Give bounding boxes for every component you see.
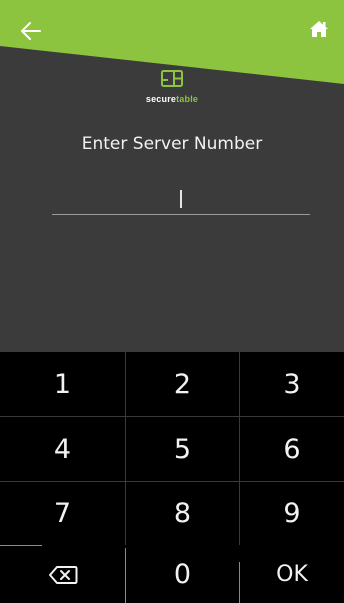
key-6[interactable]: 6: [240, 417, 344, 481]
key-1[interactable]: 1: [0, 352, 125, 416]
key-2[interactable]: 2: [126, 352, 239, 416]
brand-wordmark-part1: secure: [145, 94, 177, 104]
ok-button[interactable]: OK: [240, 546, 344, 603]
key-5[interactable]: 5: [126, 417, 239, 481]
server-number-screen: securetable Enter Server Number 1 2 3 4 …: [0, 0, 344, 603]
arrow-left-icon: [21, 22, 41, 40]
key-3[interactable]: 3: [240, 352, 344, 416]
input-underline: [52, 214, 310, 215]
backspace-icon: [48, 565, 77, 584]
numeric-keypad: 1 2 3 4 5 6 7 8 9 0 OK: [0, 352, 344, 603]
key-7[interactable]: 7: [0, 482, 125, 545]
server-number-input[interactable]: [52, 186, 310, 216]
securetable-logo-icon: [161, 70, 183, 87]
home-button[interactable]: [302, 12, 336, 46]
key-9[interactable]: 9: [240, 482, 344, 545]
text-cursor: [180, 190, 182, 208]
back-button[interactable]: [14, 14, 48, 48]
key-8[interactable]: 8: [126, 482, 239, 545]
brand-wordmark: securetable: [146, 94, 198, 104]
key-0[interactable]: 0: [126, 546, 239, 603]
page-title: Enter Server Number: [81, 134, 263, 154]
key-4[interactable]: 4: [0, 417, 125, 481]
home-icon: [310, 21, 328, 37]
backspace-button[interactable]: [0, 546, 125, 603]
brand-wordmark-part2: table: [176, 94, 199, 104]
brand-logo: securetable: [0, 69, 344, 104]
